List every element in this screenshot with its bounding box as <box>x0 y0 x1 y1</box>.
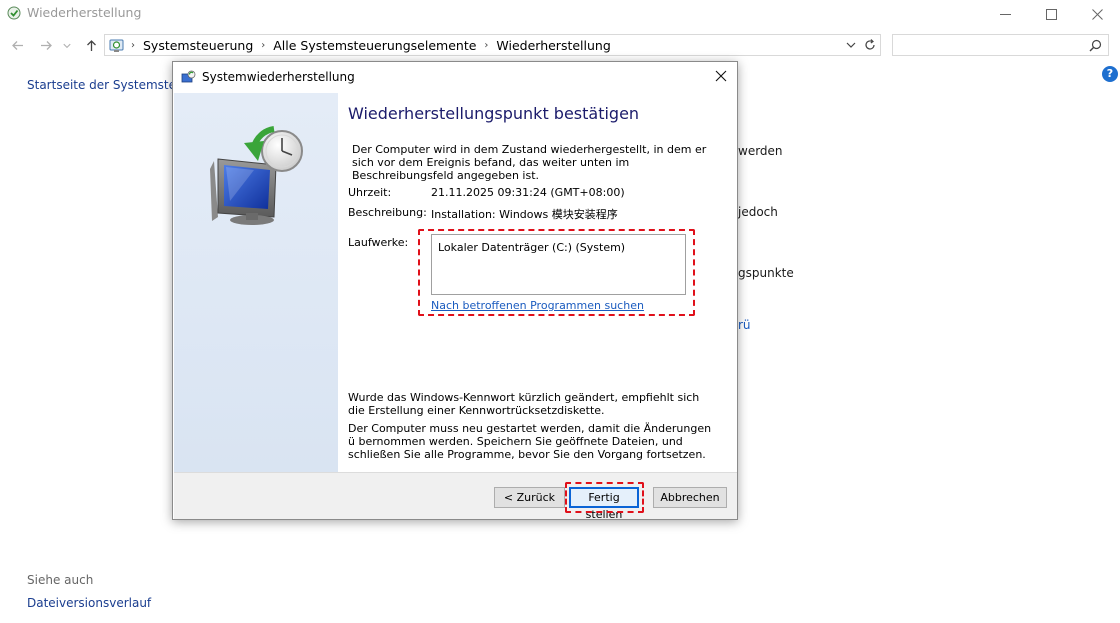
address-bar[interactable]: › Systemsteuerung › Alle Systemsteuerung… <box>104 34 881 56</box>
search-icon <box>1089 39 1102 52</box>
background-text-fragment: werden <box>738 144 783 158</box>
breadcrumb-separator-icon: › <box>131 40 135 51</box>
arrow-right-icon <box>40 40 52 50</box>
control-panel-icon <box>109 39 124 52</box>
time-value: 21.11.2025 09:31:24 (GMT+08:00) <box>431 186 625 199</box>
navigation-bar: › Systemsteuerung › Alle Systemsteuerung… <box>0 33 1120 57</box>
breadcrumb-item-recovery[interactable]: Wiederherstellung <box>496 38 610 53</box>
breadcrumb-separator-icon: › <box>261 40 266 51</box>
dialog-titlebar: Systemwiederherstellung <box>173 62 737 93</box>
description-label: Beschreibung: <box>348 206 427 219</box>
description-value: Installation: Windows 模块安装程序 <box>431 208 618 221</box>
refresh-icon[interactable] <box>863 38 877 52</box>
recovery-app-icon <box>7 6 21 20</box>
maximize-button[interactable] <box>1028 0 1074 28</box>
system-restore-icon <box>181 70 196 83</box>
minimize-icon <box>999 13 1011 15</box>
time-label: Uhrzeit: <box>348 186 392 199</box>
window-title: Wiederherstellung <box>27 5 142 20</box>
see-also-heading: Siehe auch <box>27 573 94 587</box>
window-titlebar: Wiederherstellung <box>0 0 1120 28</box>
help-icon[interactable]: ? <box>1102 66 1118 82</box>
close-window-button[interactable] <box>1074 0 1120 28</box>
recent-locations-button[interactable] <box>61 36 73 54</box>
back-button[interactable]: < Zurück <box>494 487 565 508</box>
breadcrumb: › Systemsteuerung › Alle Systemsteuerung… <box>129 38 611 53</box>
background-text-fragment: jedoch <box>738 205 778 219</box>
cancel-button[interactable]: Abbrechen <box>653 487 727 508</box>
intro-text: Der Computer wird in dem Zustand wiederh… <box>352 143 707 182</box>
drives-label: Laufwerke: <box>348 236 409 249</box>
close-icon <box>1091 8 1103 20</box>
dialog-side-panel <box>174 93 338 472</box>
restart-note-text: Der Computer muss neu gestartet werden, … <box>348 422 712 461</box>
breadcrumb-separator-icon: › <box>484 40 489 51</box>
breadcrumb-item-all-items[interactable]: Alle Systemsteuerungselemente <box>273 38 476 53</box>
minimize-button[interactable] <box>982 0 1028 28</box>
finish-highlight-box <box>565 482 644 513</box>
dialog-button-bar: < Zurück Fertig stellen Abbrechen <box>174 472 737 521</box>
address-dropdown-icon[interactable] <box>844 38 858 52</box>
up-nav-button[interactable] <box>82 36 100 54</box>
drives-highlight-box <box>418 229 695 316</box>
search-input[interactable] <box>892 34 1109 56</box>
background-text-fragment: gspunkte <box>738 266 794 280</box>
forward-nav-button[interactable] <box>37 36 55 54</box>
dialog-close-button[interactable] <box>713 68 729 84</box>
arrow-up-icon <box>86 39 96 51</box>
back-nav-button[interactable] <box>8 36 26 54</box>
dialog-heading: Wiederherstellungspunkt bestätigen <box>348 104 640 123</box>
maximize-icon <box>1045 8 1057 20</box>
background-link-fragment[interactable]: rü <box>738 318 751 332</box>
file-history-link[interactable]: Dateiversionsverlauf <box>27 596 151 610</box>
chevron-down-icon <box>63 43 71 48</box>
arrow-left-icon <box>11 40 23 50</box>
dialog-title: Systemwiederherstellung <box>202 70 355 84</box>
password-note-text: Wurde das Windows-Kennwort kürzlich geän… <box>348 391 700 417</box>
restore-illustration-icon <box>210 126 303 225</box>
breadcrumb-item-control-panel[interactable]: Systemsteuerung <box>143 38 253 53</box>
